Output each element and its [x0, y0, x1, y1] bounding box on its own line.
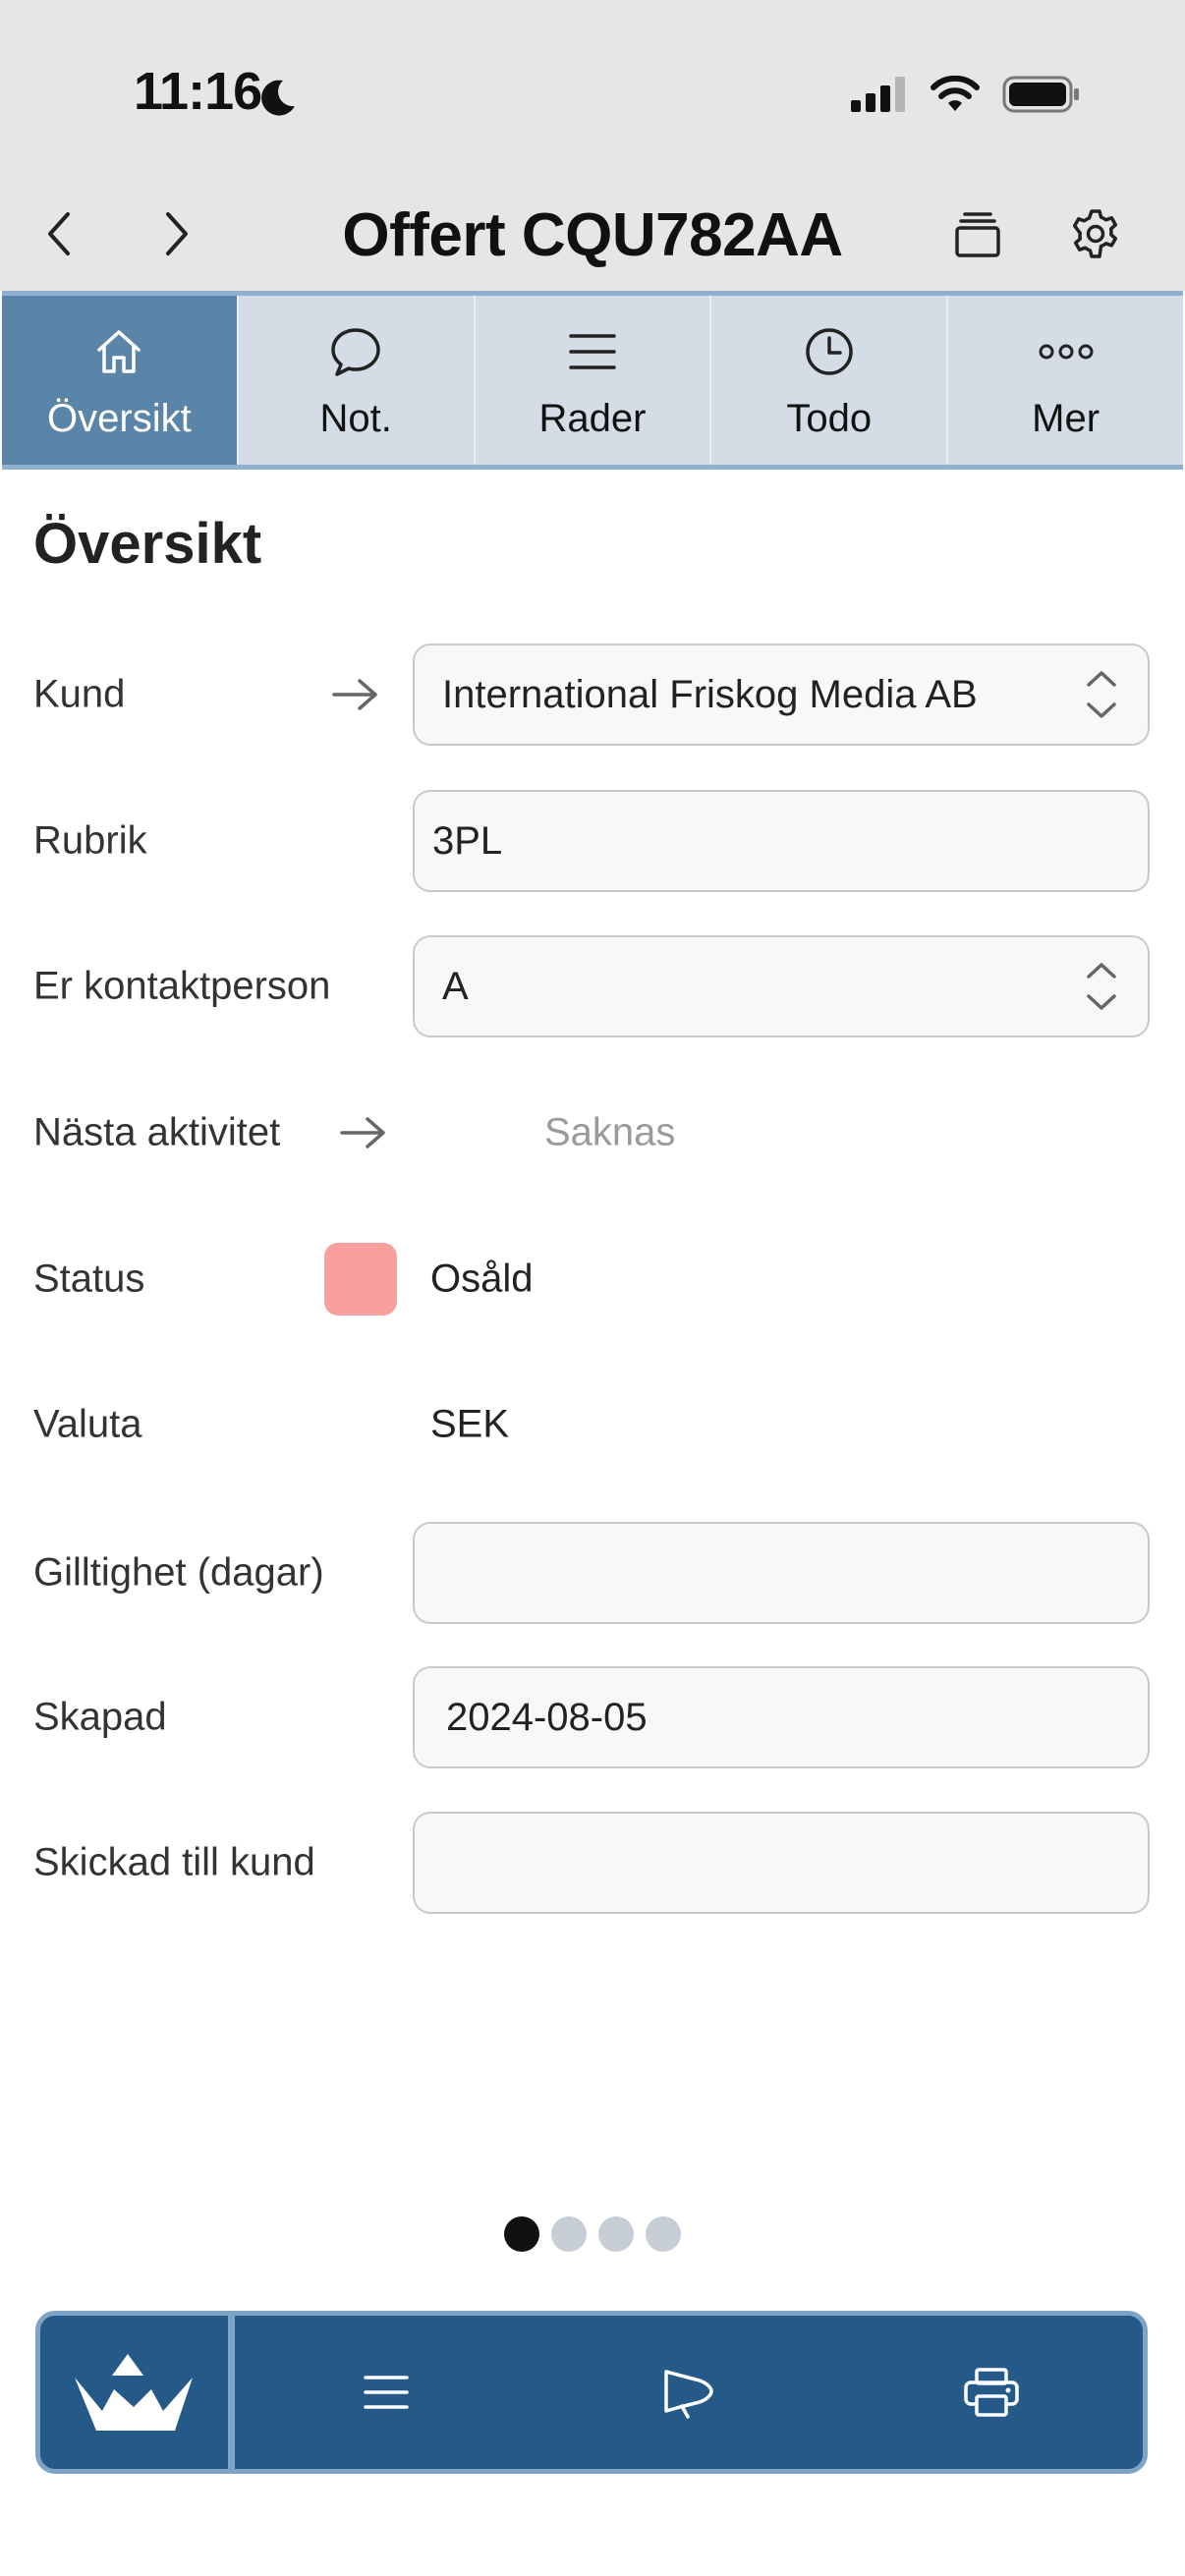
- giltighet-label: Gilltighet (dagar): [33, 1550, 324, 1595]
- status-color-swatch[interactable]: [324, 1243, 397, 1316]
- row-nasta-aktivitet: Nästa aktivitet Saknas: [0, 1082, 1185, 1184]
- status-value[interactable]: Osåld: [430, 1258, 534, 1302]
- row-skickad: Skickad till kund: [0, 1812, 1185, 1914]
- tab-todo[interactable]: Todo: [711, 296, 949, 465]
- cellular-signal-icon: [851, 77, 905, 112]
- section-title: Översikt: [33, 512, 262, 576]
- tab-label: Översikt: [47, 396, 192, 440]
- skickad-label: Skickad till kund: [33, 1840, 315, 1884]
- kontaktperson-select[interactable]: A: [413, 935, 1150, 1037]
- status-label: Status: [33, 1257, 145, 1301]
- gear-icon: [1072, 209, 1118, 258]
- row-valuta: Valuta SEK: [0, 1373, 1185, 1476]
- chevron-left-icon: [48, 212, 70, 255]
- page-dot[interactable]: [598, 2216, 634, 2252]
- page-indicator: [0, 2216, 1185, 2252]
- rubrik-input[interactable]: 3PL: [413, 790, 1150, 892]
- home-icon: [97, 329, 141, 373]
- clock-icon: [806, 327, 853, 375]
- bottom-toolbar: [35, 2311, 1148, 2474]
- nasta-aktivitet-value[interactable]: Saknas: [544, 1111, 675, 1155]
- tab-oversikt[interactable]: Översikt: [2, 296, 239, 465]
- home-logo-button[interactable]: [40, 2316, 235, 2469]
- megaphone-button[interactable]: [537, 2316, 840, 2469]
- tab-bar: Översikt Not. Rader Todo Mer: [2, 291, 1183, 470]
- row-status: Status Osåld: [0, 1228, 1185, 1330]
- valuta-value: SEK: [430, 1402, 510, 1446]
- arrow-right-icon[interactable]: [330, 677, 381, 712]
- status-icons: [851, 75, 1081, 114]
- kontaktperson-label: Er kontaktperson: [33, 964, 331, 1008]
- row-skapad: Skapad 2024-08-05: [0, 1666, 1185, 1768]
- skapad-label: Skapad: [33, 1695, 167, 1739]
- chevron-up-down-icon: [1087, 963, 1116, 1010]
- kund-label: Kund: [33, 672, 126, 716]
- print-button[interactable]: [840, 2316, 1143, 2469]
- giltighet-input[interactable]: [413, 1522, 1150, 1624]
- skapad-value: 2024-08-05: [446, 1695, 648, 1739]
- rubrik-value: 3PL: [432, 818, 503, 863]
- moon-icon: [261, 80, 295, 116]
- row-giltighet: Gilltighet (dagar): [0, 1522, 1185, 1624]
- arrow-right-icon[interactable]: [338, 1115, 389, 1150]
- tab-label: Mer: [1032, 396, 1100, 440]
- skapad-date-input[interactable]: 2024-08-05: [413, 1666, 1150, 1768]
- row-rubrik: Rubrik 3PL: [0, 790, 1185, 892]
- chevron-right-icon: [166, 212, 188, 255]
- chevron-up-down-icon: [1087, 671, 1116, 718]
- rubrik-label: Rubrik: [33, 818, 147, 863]
- row-kontaktperson: Er kontaktperson A: [0, 935, 1185, 1037]
- nav-bar: Offert CQU782AA: [0, 193, 1185, 275]
- tab-label: Not.: [319, 396, 392, 440]
- battery-icon: [1002, 76, 1079, 113]
- logo-boat-icon: [74, 2354, 193, 2431]
- back-button[interactable]: [20, 193, 98, 275]
- status-time: 11:16: [134, 62, 262, 121]
- page-dot[interactable]: [646, 2216, 681, 2252]
- list-lines-icon: [569, 333, 616, 369]
- menu-button[interactable]: [235, 2316, 537, 2469]
- wifi-icon: [931, 76, 980, 111]
- chat-bubble-icon: [331, 327, 380, 376]
- megaphone-icon: [664, 2370, 713, 2419]
- forward-button[interactable]: [138, 193, 216, 275]
- tab-label: Rader: [538, 396, 647, 440]
- tab-notes[interactable]: Not.: [239, 296, 476, 465]
- stack-layers-icon: [955, 212, 1000, 257]
- tab-mer[interactable]: Mer: [948, 296, 1183, 465]
- kontaktperson-value: A: [442, 964, 469, 1008]
- menu-icon: [364, 2376, 409, 2409]
- stack-button[interactable]: [938, 193, 1017, 275]
- tab-label: Todo: [786, 396, 873, 440]
- kund-select[interactable]: International Friskog Media AB: [413, 644, 1150, 746]
- tab-rader[interactable]: Rader: [476, 296, 712, 465]
- settings-button[interactable]: [1056, 193, 1135, 275]
- more-dots-icon: [1039, 344, 1094, 359]
- skickad-date-input[interactable]: [413, 1812, 1150, 1914]
- page-dot[interactable]: [504, 2216, 539, 2252]
- top-bar: 11:16 Offert CQU782AA: [0, 0, 1185, 291]
- valuta-label: Valuta: [33, 1402, 142, 1446]
- nasta-aktivitet-label: Nästa aktivitet: [33, 1110, 281, 1154]
- row-kund: Kund International Friskog Media AB: [0, 644, 1185, 746]
- page-dot[interactable]: [551, 2216, 587, 2252]
- kund-value: International Friskog Media AB: [442, 672, 978, 716]
- printer-icon: [964, 2368, 1019, 2417]
